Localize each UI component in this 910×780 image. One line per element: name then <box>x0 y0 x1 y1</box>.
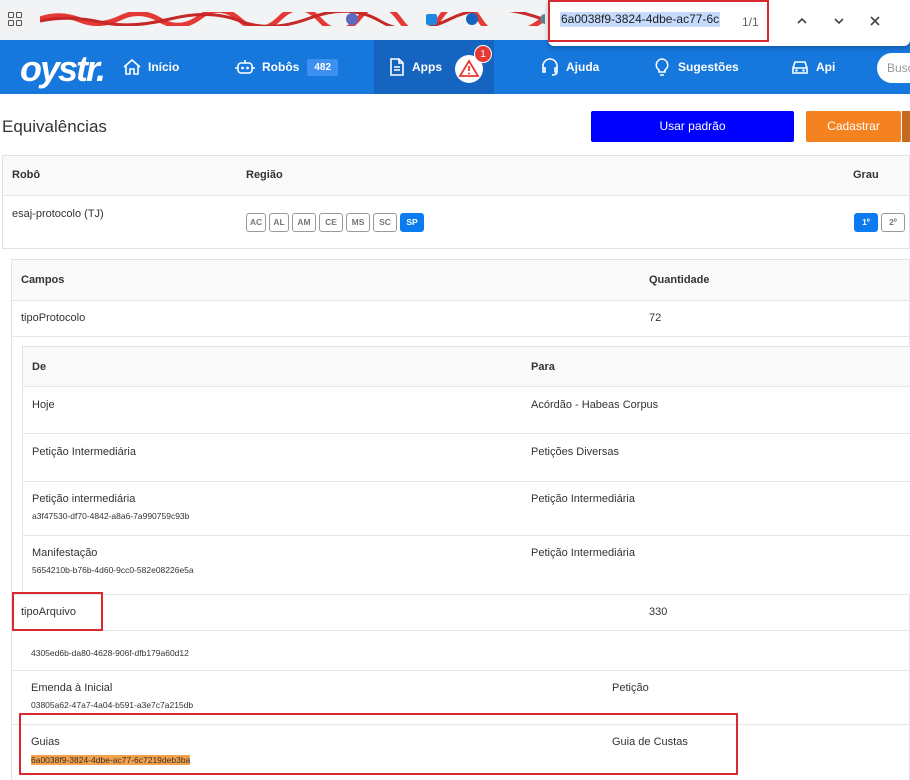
mapping-id: 03805a62-47a7-4a04-b591-a3e7c7a215db <box>31 700 194 710</box>
redacted-bookmarks <box>40 12 545 26</box>
region-tag[interactable]: AL <box>269 213 289 232</box>
use-default-button[interactable]: Usar padrão <box>591 111 794 142</box>
nav-search-input[interactable]: Busc <box>877 53 910 83</box>
mapping-to: Petição <box>612 682 649 694</box>
annotation-box-tipoarquivo <box>12 592 103 631</box>
table-row[interactable]: Hoje Acórdão - Habeas Corpus <box>23 387 910 434</box>
table-row[interactable]: Manifestação 5654210b-b76b-4d60-9cc0-582… <box>23 536 910 595</box>
nav-item-inicio[interactable]: Início <box>122 40 179 94</box>
col-robot: Robô <box>12 169 41 181</box>
mapping-to: Petições Diversas <box>531 446 620 458</box>
register-button[interactable]: Cadastrar <box>806 111 901 142</box>
find-prev-button[interactable] <box>793 13 811 31</box>
grade-tags: 1º 2º <box>854 213 908 232</box>
region-tag[interactable]: SC <box>373 213 397 232</box>
find-match-count: 1/1 <box>742 15 759 29</box>
col-from: De <box>32 361 47 373</box>
mapping-to: Petição Intermediária <box>531 547 635 559</box>
col-to: Para <box>531 361 555 373</box>
region-tag[interactable]: CE <box>319 213 343 232</box>
chevron-up-icon <box>797 17 807 24</box>
nav-item-apps[interactable]: Apps <box>388 40 442 94</box>
field-quantity: 330 <box>649 606 668 618</box>
nav-item-ajuda[interactable]: Ajuda <box>540 40 599 94</box>
mapping-to: Petição Intermediária <box>531 493 635 505</box>
annotation-box-guias <box>19 713 738 775</box>
apps-alert-count: 1 <box>474 45 492 63</box>
mapping-id: 5654210b-b76b-4d60-9cc0-582e08226e5a <box>32 565 194 575</box>
robot-name: esaj-protocolo (TJ) <box>12 208 104 220</box>
table-row[interactable]: 4305ed6b-da80-4628-906f-dfb179a60d12 <box>12 631 909 671</box>
find-close-button[interactable] <box>866 13 884 31</box>
car-icon <box>792 61 808 74</box>
grade-tag-active[interactable]: 1º <box>854 213 878 232</box>
field-quantity: 72 <box>649 312 662 324</box>
robots-count-badge: 482 <box>307 58 339 76</box>
nav-item-sugestoes[interactable]: Sugestões <box>652 40 739 94</box>
close-icon <box>870 16 880 26</box>
mapping-from: Emenda à Inicial <box>31 682 113 694</box>
headset-icon <box>542 58 558 76</box>
chevron-down-icon <box>834 18 844 25</box>
find-input[interactable]: 6a0038f9-3824-4dbe-ac77-6c <box>560 12 724 30</box>
find-in-page-bar: 6a0038f9-3824-4dbe-ac77-6c 1/1 <box>548 0 910 46</box>
fields-table: Campos Quantidade tipoProtocolo 72 De Pa… <box>11 259 910 780</box>
col-region: Região <box>246 169 283 181</box>
nav-item-robos[interactable]: Robôs 482 <box>234 40 339 94</box>
mapping-from: Manifestação <box>32 547 98 559</box>
region-tag-active[interactable]: SP <box>400 213 424 232</box>
nav-item-api[interactable]: Api <box>790 40 835 94</box>
table-row[interactable]: tipoArquivo 330 <box>12 594 909 631</box>
home-icon <box>123 58 141 75</box>
region-tag[interactable]: MS <box>346 213 370 232</box>
mapping-id: a3f47530-df70-4842-a8a6-7a990759c93b <box>32 511 190 521</box>
mapping-table: De Para Hoje Acórdão - Habeas Corpus Pet… <box>22 346 910 594</box>
lightbulb-icon <box>655 58 669 76</box>
col-grade: Grau <box>853 169 879 181</box>
table-row[interactable]: Petição intermediária a3f47530-df70-4842… <box>23 482 910 536</box>
oystr-logo[interactable]: oystr. <box>20 48 106 90</box>
col-quantity: Quantidade <box>649 274 710 286</box>
table-row[interactable]: tipoProtocolo 72 <box>12 301 909 337</box>
extra-button-edge[interactable] <box>902 111 910 142</box>
grade-tag[interactable]: 2º <box>881 213 905 232</box>
region-tag[interactable]: AM <box>292 213 316 232</box>
mapping-id: 4305ed6b-da80-4628-906f-dfb179a60d12 <box>31 648 189 658</box>
robot-icon <box>235 60 255 74</box>
table-row[interactable]: esaj-protocolo (TJ) AC AL AM CE MS SC SP 1º 2º <box>3 196 909 250</box>
mapping-from: Petição intermediária <box>32 493 136 505</box>
apps-grid-icon[interactable] <box>8 12 22 26</box>
page-title: Equivalências <box>2 117 107 136</box>
document-icon <box>390 58 404 76</box>
mapping-from: Hoje <box>32 399 55 411</box>
fields-table-header: Campos Quantidade <box>12 260 909 301</box>
region-tags: AC AL AM CE MS SC SP <box>246 213 427 232</box>
find-next-button[interactable] <box>830 13 848 31</box>
col-fields: Campos <box>21 274 65 286</box>
robots-table: Robô Região Grau esaj-protocolo (TJ) AC A… <box>2 155 910 249</box>
robots-table-header: Robô Região Grau <box>3 156 909 196</box>
field-name: tipoProtocolo <box>21 312 86 324</box>
mapping-to: Acórdão - Habeas Corpus <box>531 399 659 411</box>
mapping-table-header: De Para <box>23 347 910 387</box>
mapping-from: Petição Intermediária <box>32 446 136 458</box>
region-tag[interactable]: AC <box>246 213 266 232</box>
table-row[interactable]: Petição Intermediária Petições Diversas <box>23 434 910 482</box>
